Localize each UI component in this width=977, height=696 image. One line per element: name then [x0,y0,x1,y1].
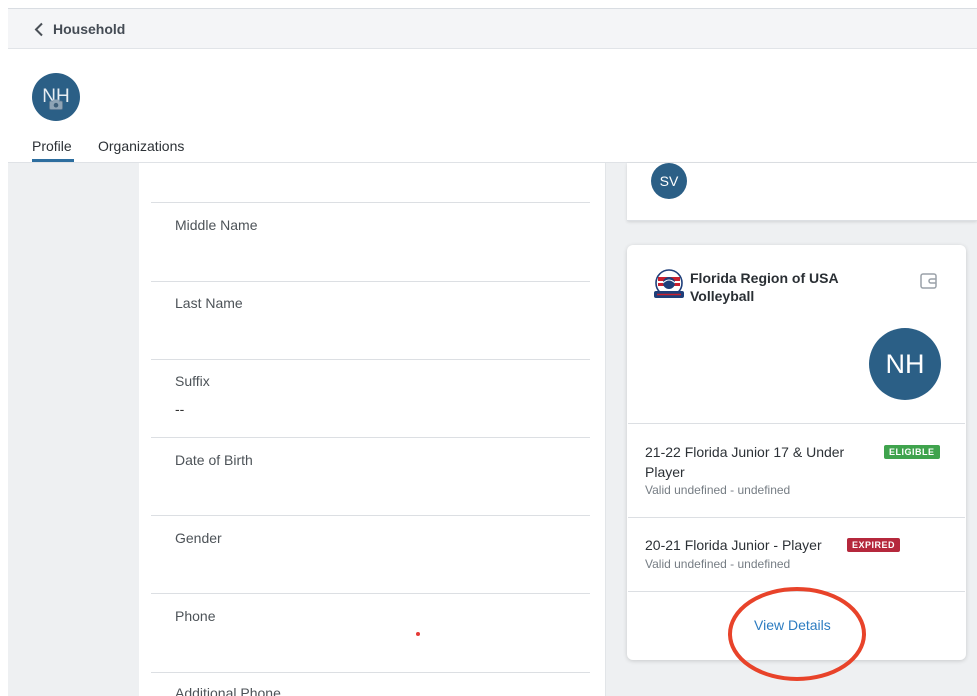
field-label-date-of-birth: Date of Birth [175,452,253,468]
field-divider [151,593,590,594]
wallet-icon[interactable] [919,271,939,291]
back-label[interactable]: Household [53,21,125,37]
field-label-middle-name: Middle Name [175,217,258,233]
status-badge-expired: EXPIRED [847,538,901,552]
field-divider [151,202,590,203]
avatar: SV [651,163,687,199]
field-divider [151,672,590,673]
membership-title: 21-22 Florida Junior 17 & Under Player [645,444,845,480]
card-divider [628,517,965,518]
red-dot [416,632,420,636]
membership-valid-dates: Valid undefined - undefined [645,483,791,497]
field-divider [151,281,590,282]
field-label-gender: Gender [175,530,222,546]
left-gutter [8,163,139,696]
usa-volleyball-logo-icon [654,269,684,298]
field-divider [151,437,590,438]
field-divider [151,515,590,516]
chevron-left-icon[interactable] [33,22,45,37]
avatar[interactable]: NH [32,73,80,121]
camera-icon[interactable] [49,99,63,110]
card-divider [628,423,965,424]
field-label-last-name: Last Name [175,295,243,311]
membership-valid-dates: Valid undefined - undefined [645,557,791,571]
field-label-additional-phone: Additional Phone [175,685,281,696]
status-badge-eligible: ELIGIBLE [884,445,940,459]
field-label-phone: Phone [175,608,216,624]
field-label-suffix: Suffix [175,373,210,389]
member-avatar: NH [869,328,941,400]
field-divider [151,359,590,360]
membership-title: 20-21 Florida Junior - Player [645,537,822,553]
field-value-suffix: -- [175,401,185,417]
app-root: Household NH Profile Organizations Middl… [0,0,977,696]
tab-organizations[interactable]: Organizations [98,138,184,162]
organization-name: Florida Region of USA Volleyball [690,270,839,304]
annotation-circle [728,587,866,681]
back-bar[interactable]: Household [8,9,977,49]
